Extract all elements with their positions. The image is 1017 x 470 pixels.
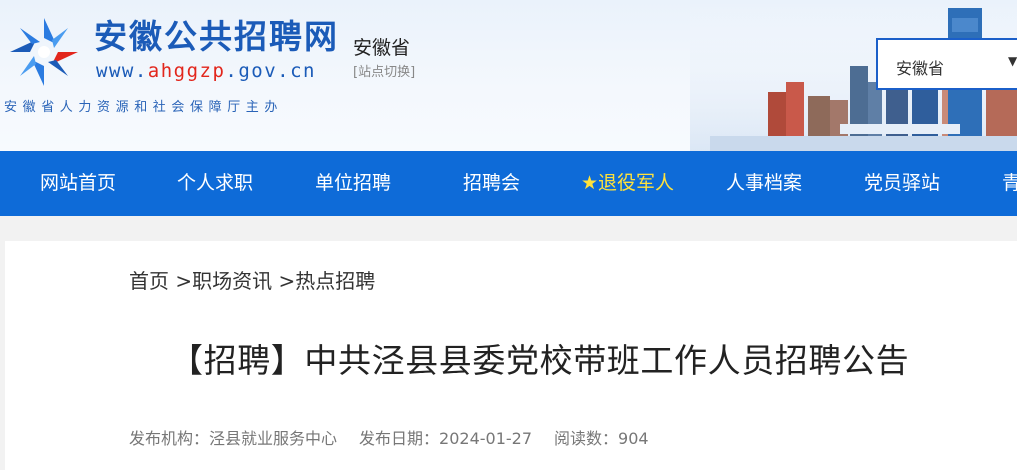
views-value: 904	[618, 429, 649, 448]
nav-item-home[interactable]: 网站首页	[40, 151, 116, 216]
logo-mark-icon[interactable]	[6, 14, 82, 90]
site-header: 安徽公共招聘网 www.ahggzp.gov.cn 安徽省人力资源和社会保障厅主…	[0, 0, 1017, 151]
nav-item-job-seeking[interactable]: 个人求职	[177, 151, 253, 216]
region-select-value: 安徽省	[896, 59, 945, 78]
date-value: 2024-01-27	[439, 429, 533, 448]
nav-item-employer-recruitment[interactable]: 单位招聘	[315, 151, 391, 216]
nav-item-personnel-files[interactable]: 人事档案	[726, 151, 802, 216]
site-sponsor: 安徽省人力资源和社会保障厅主办	[4, 100, 284, 115]
site-url-prefix: www.	[96, 60, 148, 82]
article-panel: 首页 >职场资讯 >热点招聘 【招聘】中共泾县县委党校带班工作人员招聘公告 发布…	[5, 241, 1017, 470]
views-label: 阅读数：	[554, 429, 619, 448]
nav-item-job-fair[interactable]: 招聘会	[463, 151, 520, 216]
date-label: 发布日期：	[359, 429, 440, 448]
site-url-suffix: .gov.cn	[225, 60, 316, 82]
current-province: 安徽省	[353, 37, 411, 59]
region-select[interactable]: 安徽省 ▼	[876, 38, 1017, 90]
site-switch-link[interactable]: [站点切换]	[353, 61, 415, 80]
site-url-domain: ahggzp	[147, 60, 226, 82]
nav-item-veterans[interactable]: ★退役军人	[581, 151, 674, 216]
publisher-label: 发布机构：	[129, 429, 210, 448]
breadcrumb: 首页 >职场资讯 >热点招聘	[129, 265, 375, 294]
article-meta: 发布机构：泾县就业服务中心 发布日期：2024-01-27 阅读数：904	[129, 425, 649, 449]
site-url[interactable]: www.ahggzp.gov.cn	[96, 60, 316, 82]
nav-item-youth[interactable]: 青	[1002, 151, 1017, 216]
article-title: 【招聘】中共泾县县委党校带班工作人员招聘公告	[170, 341, 910, 380]
main-nav: 网站首页 个人求职 单位招聘 招聘会 ★退役军人 人事档案 党员驿站 青	[0, 151, 1017, 216]
breadcrumb-item-career-news[interactable]: >职场资讯	[175, 269, 272, 293]
breadcrumb-item-home[interactable]: 首页	[129, 269, 169, 293]
publisher-value: 泾县就业服务中心	[209, 429, 338, 448]
breadcrumb-item-hot-recruitment[interactable]: >热点招聘	[278, 269, 375, 293]
site-title[interactable]: 安徽公共招聘网	[94, 17, 339, 57]
nav-item-party-station[interactable]: 党员驿站	[864, 151, 940, 216]
chevron-down-icon[interactable]: ▼	[1008, 54, 1017, 68]
